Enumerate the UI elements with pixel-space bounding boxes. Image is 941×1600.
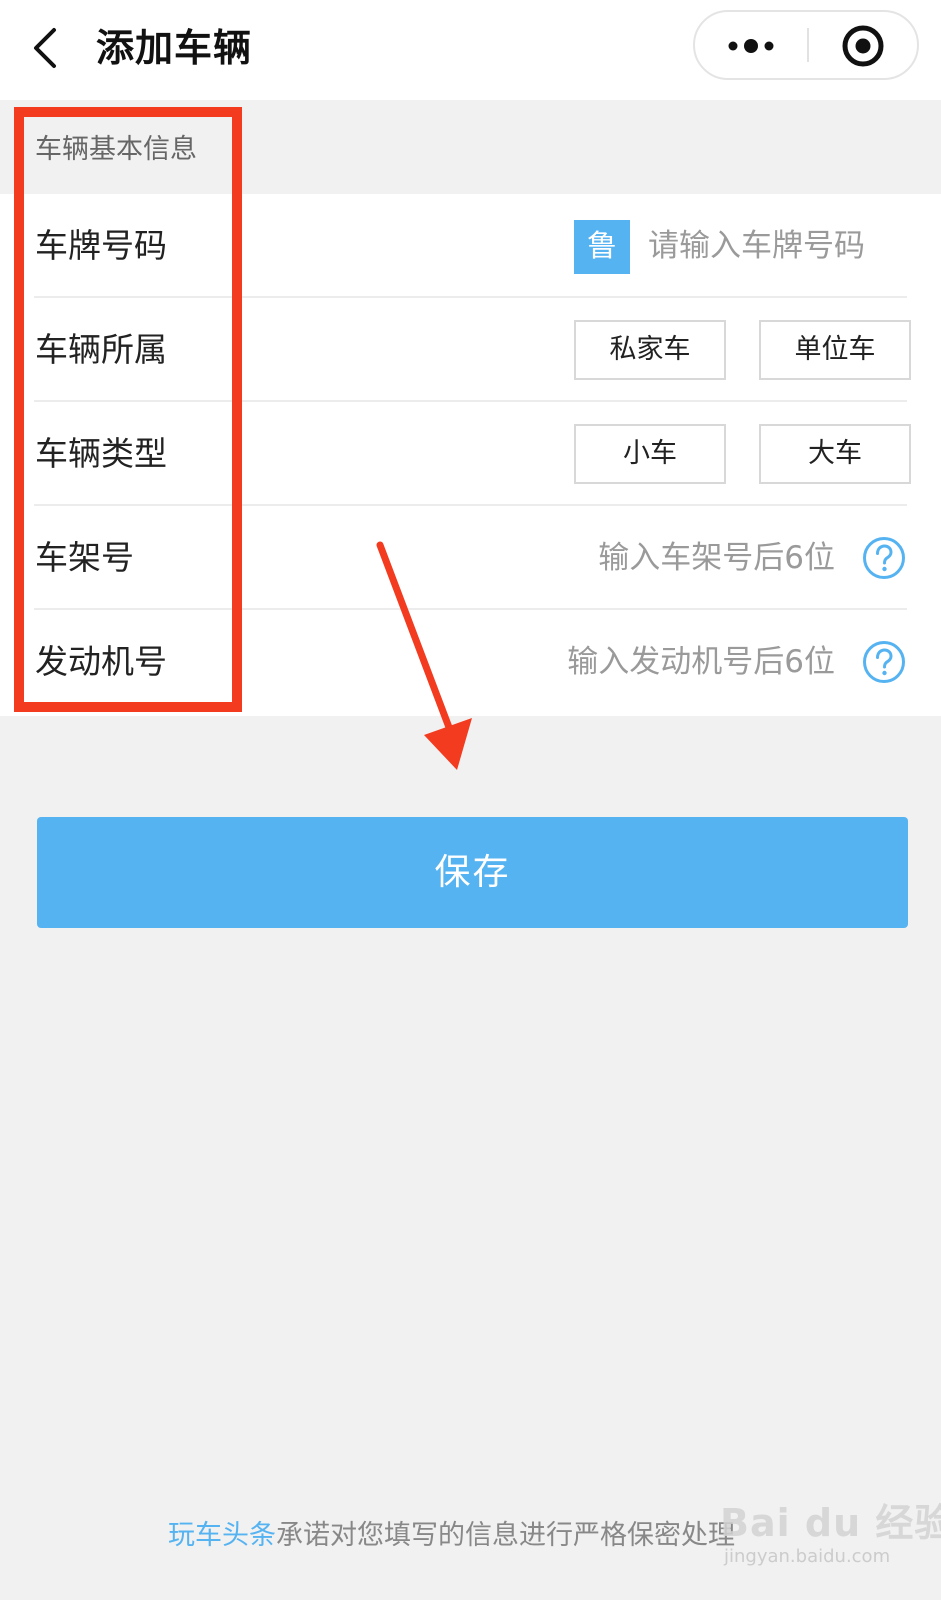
vehicle-type-row: 车辆类型 小车 大车 bbox=[0, 402, 941, 506]
target-circle-icon bbox=[842, 25, 884, 67]
engine-row: 发动机号 bbox=[0, 610, 941, 714]
engine-help-button[interactable] bbox=[862, 640, 906, 684]
vehicle-type-label: 车辆类型 bbox=[35, 434, 167, 473]
more-dots-icon bbox=[728, 39, 774, 53]
mini-program-capsule bbox=[693, 10, 919, 80]
watermark-subtext: jingyan.baidu.com bbox=[724, 1546, 891, 1567]
company-car-option[interactable]: 单位车 bbox=[759, 320, 911, 380]
engine-input[interactable] bbox=[495, 632, 835, 692]
chevron-left-icon bbox=[34, 28, 56, 68]
close-button[interactable] bbox=[809, 12, 919, 78]
small-car-option[interactable]: 小车 bbox=[574, 424, 726, 484]
back-button[interactable] bbox=[22, 18, 78, 78]
vin-help-button[interactable] bbox=[862, 536, 906, 580]
brand-link[interactable]: 玩车头条 bbox=[168, 1520, 276, 1551]
question-circle-icon bbox=[863, 641, 905, 683]
ownership-row: 车辆所属 私家车 单位车 bbox=[0, 298, 941, 402]
vehicle-form: 车牌号码 鲁 车辆所属 私家车 单位车 车辆类型 小车 大车 车架号 发动机号 bbox=[0, 194, 941, 716]
save-button[interactable]: 保存 bbox=[37, 817, 908, 928]
section-title: 车辆基本信息 bbox=[35, 134, 197, 165]
private-car-option[interactable]: 私家车 bbox=[574, 320, 726, 380]
more-button[interactable] bbox=[695, 12, 807, 78]
large-car-option[interactable]: 大车 bbox=[759, 424, 911, 484]
province-selector[interactable]: 鲁 bbox=[574, 220, 630, 274]
nav-bar: 添加车辆 bbox=[0, 0, 941, 100]
question-circle-icon bbox=[863, 537, 905, 579]
vin-input[interactable] bbox=[535, 528, 835, 588]
page-title: 添加车辆 bbox=[96, 26, 253, 70]
plate-label: 车牌号码 bbox=[35, 226, 167, 265]
watermark: Bai du 经验 jingyan.baidu.com bbox=[720, 1486, 941, 1586]
vin-label: 车架号 bbox=[35, 538, 134, 577]
plate-row: 车牌号码 鲁 bbox=[0, 194, 941, 298]
engine-label: 发动机号 bbox=[35, 642, 167, 681]
watermark-text: Bai du 经验 bbox=[720, 1501, 941, 1545]
privacy-text: 承诺对您填写的信息进行严格保密处理 bbox=[276, 1520, 735, 1551]
plate-input[interactable] bbox=[648, 216, 908, 276]
ownership-label: 车辆所属 bbox=[35, 330, 167, 369]
vin-row: 车架号 bbox=[0, 506, 941, 610]
privacy-note: 玩车头条承诺对您填写的信息进行严格保密处理 bbox=[168, 1514, 735, 1558]
